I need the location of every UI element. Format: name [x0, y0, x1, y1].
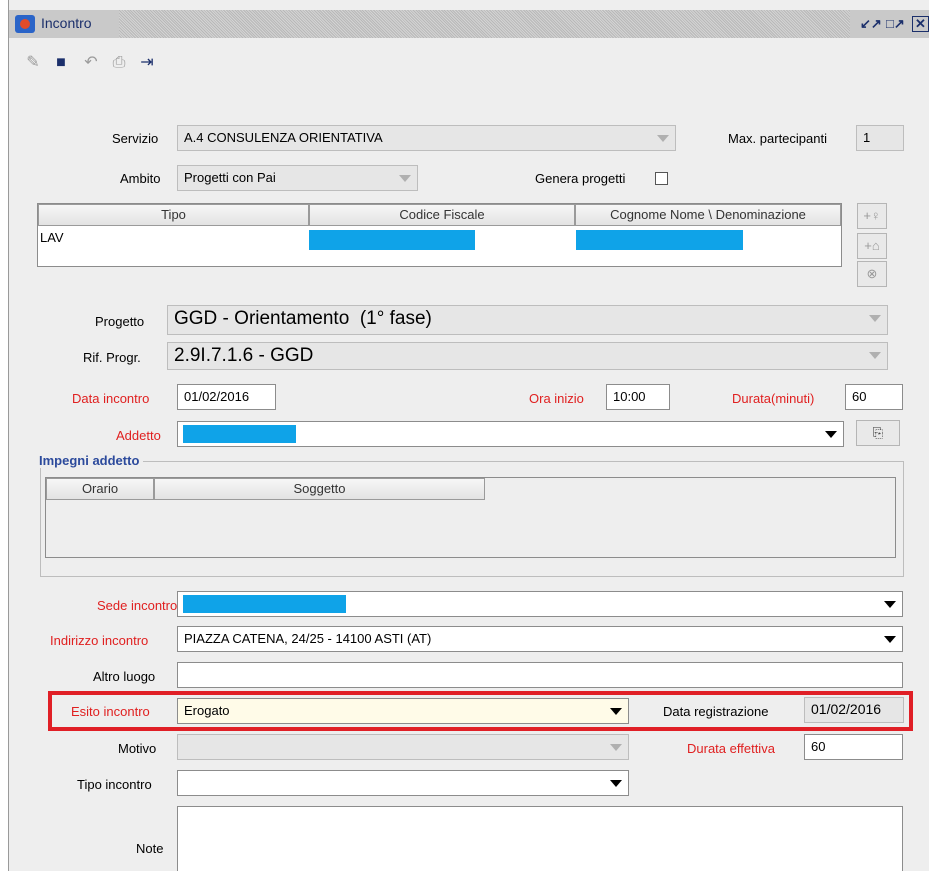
durata-effettiva-label: Durata effettiva	[687, 741, 775, 756]
tipo-incontro-select[interactable]	[177, 770, 629, 796]
indirizzo-incontro-label: Indirizzo incontro	[50, 633, 149, 648]
esito-incontro-select[interactable]: Erogato	[177, 698, 629, 724]
chevron-down-icon	[884, 636, 896, 643]
column-header-orario[interactable]: Orario	[46, 478, 154, 500]
servizio-label: Servizio	[112, 131, 159, 146]
row-tipo: LAV	[40, 230, 64, 245]
title-bar: Incontro ↙↗ □↗ ✕	[9, 10, 929, 38]
tipo-incontro-label: Tipo incontro	[77, 777, 152, 792]
ambito-label: Ambito	[120, 171, 161, 186]
chevron-down-icon	[610, 780, 622, 787]
altro-luogo-label: Altro luogo	[93, 669, 156, 684]
copy-addetto-button[interactable]: ⎘	[856, 420, 900, 446]
chevron-down-icon	[884, 601, 896, 608]
restore-icon[interactable]: ↙↗	[860, 16, 882, 32]
motivo-select[interactable]	[177, 734, 629, 760]
redacted-nome	[576, 230, 743, 250]
data-incontro-field[interactable]: 01/02/2016	[177, 384, 276, 410]
max-partecipanti-label: Max. partecipanti	[728, 131, 827, 146]
sede-incontro-label: Sede incontro	[97, 598, 178, 613]
chevron-down-icon	[869, 315, 881, 322]
remove-button[interactable]: ⊗	[857, 261, 887, 287]
genera-progetti-checkbox[interactable]	[655, 172, 668, 185]
chevron-down-icon	[610, 744, 622, 751]
ora-inizio-label: Ora inizio	[529, 391, 584, 406]
impegni-addetto-legend: Impegni addetto	[39, 453, 144, 468]
incontro-window: Incontro ↙↗ □↗ ✕ ✎ ■ ↶ ⎙ ⇥ Servizio A.4 …	[8, 0, 929, 871]
data-registrazione-label: Data registrazione	[663, 704, 769, 719]
ora-inizio-field[interactable]: 10:00	[606, 384, 670, 410]
altro-luogo-field[interactable]	[177, 662, 903, 688]
redacted-sede	[183, 595, 346, 613]
participants-table: Tipo Codice Fiscale Cognome Nome \ Denom…	[37, 203, 842, 267]
app-icon	[15, 15, 35, 33]
indirizzo-incontro-select[interactable]: PIAZZA CATENA, 24/25 - 14100 ASTI (AT)	[177, 626, 903, 652]
column-header-codice-fiscale[interactable]: Codice Fiscale	[309, 204, 575, 226]
max-partecipanti-field[interactable]: 1	[856, 125, 904, 151]
edit-icon[interactable]: ✎	[23, 53, 43, 73]
redacted-codice-fiscale	[309, 230, 475, 250]
close-icon[interactable]: ✕	[912, 16, 929, 32]
add-company-button[interactable]: +⌂	[857, 233, 887, 259]
servizio-select[interactable]: A.4 CONSULENZA ORIENTATIVA	[177, 125, 676, 151]
maximize-icon[interactable]: □↗	[886, 16, 905, 32]
ambito-select[interactable]: Progetti con Pai	[177, 165, 418, 191]
addetto-label: Addetto	[116, 428, 161, 443]
print-icon[interactable]: ⎙	[109, 53, 129, 73]
note-label: Note	[136, 841, 164, 856]
durata-field[interactable]: 60	[845, 384, 903, 410]
chevron-down-icon	[610, 708, 622, 715]
column-header-soggetto[interactable]: Soggetto	[154, 478, 485, 500]
motivo-label: Motivo	[118, 741, 157, 756]
table-row[interactable]: LAV	[38, 226, 841, 250]
progetto-label: Progetto	[95, 314, 145, 329]
genera-progetti-label: Genera progetti	[535, 171, 626, 186]
addetto-select[interactable]	[177, 421, 844, 447]
toolbar: ✎ ■ ↶ ⎙ ⇥	[9, 48, 929, 78]
chevron-down-icon	[657, 135, 669, 142]
rif-progr-label: Rif. Progr.	[83, 350, 141, 365]
undo-icon[interactable]: ↶	[81, 53, 101, 73]
rif-progr-select[interactable]: 2.9I.7.1.6 - GGD	[167, 342, 888, 370]
chevron-down-icon	[825, 431, 837, 438]
add-person-button[interactable]: +♀	[857, 203, 887, 229]
impegni-table: Orario Soggetto	[45, 477, 896, 558]
column-header-tipo[interactable]: Tipo	[38, 204, 309, 226]
save-icon[interactable]: ■	[51, 53, 71, 73]
data-registrazione-field: 01/02/2016	[804, 697, 904, 723]
window-title: Incontro	[41, 15, 92, 31]
note-textarea[interactable]	[177, 806, 903, 871]
durata-effettiva-field[interactable]: 60	[804, 734, 903, 760]
column-header-nome[interactable]: Cognome Nome \ Denominazione	[575, 204, 841, 226]
progetto-select[interactable]: GGD - Orientamento (1° fase)	[167, 305, 888, 335]
chevron-down-icon	[869, 352, 881, 359]
esito-incontro-label: Esito incontro	[71, 704, 150, 719]
sede-incontro-select[interactable]	[177, 591, 903, 617]
redacted-addetto	[183, 425, 296, 443]
durata-label: Durata(minuti)	[732, 391, 815, 406]
chevron-down-icon	[399, 175, 411, 182]
data-incontro-label: Data incontro	[72, 391, 150, 406]
exit-icon[interactable]: ⇥	[137, 53, 157, 73]
